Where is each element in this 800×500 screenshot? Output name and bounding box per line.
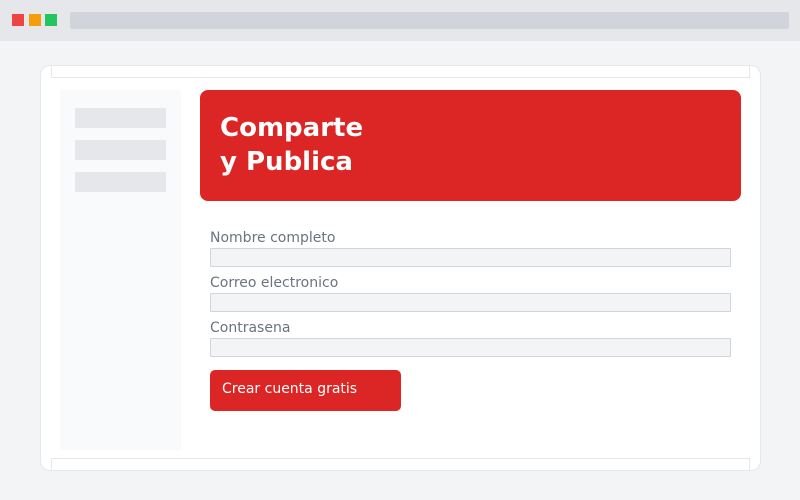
password-input[interactable] — [210, 338, 731, 357]
sidebar — [60, 90, 181, 450]
hero-title-line-2: y Publica — [220, 147, 353, 177]
sidebar-item-placeholder[interactable] — [75, 172, 166, 192]
password-label: Contrasena — [210, 320, 291, 336]
address-bar[interactable] — [70, 12, 789, 29]
hero-banner: Comparte y Publica — [200, 90, 741, 201]
sidebar-item-placeholder[interactable] — [75, 108, 166, 128]
window-maximize-icon[interactable] — [45, 14, 57, 26]
browser-chrome — [0, 0, 800, 41]
hero-title-line-1: Comparte — [220, 113, 364, 143]
create-account-button[interactable]: Crear cuenta gratis — [210, 370, 401, 411]
full-name-label: Nombre completo — [210, 230, 336, 246]
full-name-input[interactable] — [210, 248, 731, 267]
window-top-rule — [51, 66, 750, 78]
window-close-icon[interactable] — [12, 14, 24, 26]
email-input[interactable] — [210, 293, 731, 312]
window-bottom-rule — [51, 458, 750, 470]
window-minimize-icon[interactable] — [29, 14, 41, 26]
email-label: Correo electronico — [210, 275, 339, 291]
sidebar-item-placeholder[interactable] — [75, 140, 166, 160]
